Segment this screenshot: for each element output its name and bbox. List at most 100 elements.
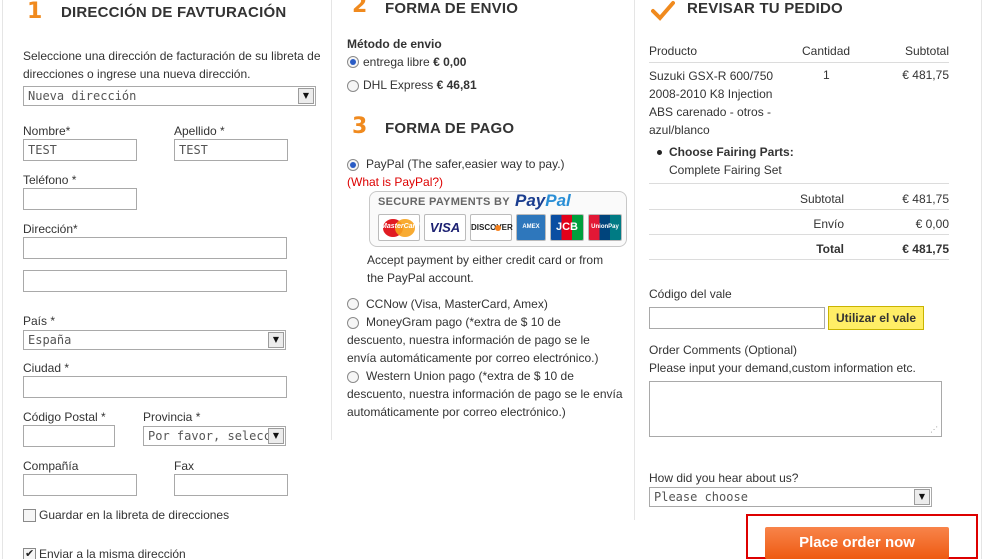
provincia-select[interactable]: Por favor, selecci ▼	[143, 426, 286, 446]
address-book-value: Nueva dirección	[28, 89, 137, 103]
paypal-label[interactable]: PayPal (The safer,easier way to pay.)	[366, 157, 565, 171]
chevron-down-icon: ▼	[298, 88, 314, 104]
jcb-logo: JCB	[550, 214, 584, 241]
chevron-down-icon: ▼	[914, 489, 930, 505]
telefono-label: Teléfono *	[23, 173, 77, 187]
bullet-icon	[657, 150, 662, 155]
pais-select[interactable]: España ▼	[23, 330, 286, 350]
compania-input[interactable]	[23, 474, 137, 496]
col-qty-header: Cantidad	[802, 44, 851, 58]
shipping-option-dhl[interactable]: DHL Express € 46,81	[363, 78, 477, 92]
comments-hint: Please input your demand,custom informat…	[649, 361, 916, 375]
shipping-option-dhl-price: € 46,81	[436, 78, 477, 92]
direccion-input-1[interactable]	[23, 237, 287, 259]
step-1-icon: 1	[27, 0, 43, 24]
secure-payments-text: SECURE PAYMENTS BY	[378, 196, 510, 208]
paypal-logo-pay: Pay	[515, 191, 546, 210]
voucher-input[interactable]	[649, 307, 825, 329]
provincia-label: Provincia *	[143, 410, 201, 424]
paypal-description: Accept payment by either credit card or …	[367, 253, 604, 285]
codigo-postal-label: Código Postal *	[23, 410, 106, 424]
paypal-logo: PayPal	[515, 191, 571, 211]
pais-label: País *	[23, 314, 56, 328]
billing-title: DIRECCIÓN DE FAVTURACIÓN	[61, 4, 287, 21]
resize-handle-icon[interactable]: ⋰	[930, 425, 938, 434]
subtotal-divider	[649, 209, 949, 210]
shipping-option-free-radio[interactable]	[347, 56, 359, 68]
envio-label: Envío	[813, 217, 844, 231]
item-qty: 1	[823, 68, 830, 82]
option-value: Complete Fairing Set	[669, 163, 782, 177]
col-subtotal-header: Subtotal	[904, 44, 949, 58]
place-order-button[interactable]: Place order now	[765, 527, 949, 559]
shipping-option-free-price: € 0,00	[433, 55, 467, 69]
payment-section: 3 FORMA DE PAGO PayPal (The safer,easier…	[332, 110, 634, 430]
hear-about-value: Please choose	[654, 490, 748, 504]
ccnow-label[interactable]: CCNow (Visa, MasterCard, Amex)	[366, 297, 548, 311]
visa-logo: VISA	[424, 214, 466, 241]
comments-label: Order Comments (Optional)	[649, 343, 798, 357]
ciudad-label: Ciudad *	[23, 361, 70, 375]
save-address-label: Guardar en la libreta de direcciones	[39, 508, 230, 522]
discover-dot	[495, 225, 501, 231]
apellido-label: Apellido *	[174, 124, 225, 138]
pais-value: España	[28, 333, 72, 347]
hear-about-select[interactable]: Please choose ▼	[649, 487, 932, 507]
paypal-secure-badge: SECURE PAYMENTS BY PayPal MasterCard VIS…	[369, 191, 627, 247]
subtotal-label: Subtotal	[799, 192, 844, 206]
chevron-down-icon: ▼	[268, 428, 284, 444]
direccion-input-2[interactable]	[23, 270, 287, 292]
telefono-input[interactable]	[23, 188, 137, 210]
chevron-down-icon: ▼	[268, 332, 284, 348]
shipping-option-dhl-label: DHL Express	[363, 78, 434, 92]
envio-value: € 0,00	[915, 217, 949, 231]
shipping-section: 2 FORMA DE ENVIO Método de envio entrega…	[332, 0, 634, 110]
western-union-label[interactable]: Western Union pago (*extra de $ 10 de de…	[347, 367, 625, 421]
right-border	[981, 0, 982, 559]
ccnow-radio[interactable]	[347, 298, 359, 310]
moneygram-label[interactable]: MoneyGram pago (*extra de $ 10 de descue…	[347, 313, 617, 367]
total-label: Total	[816, 242, 844, 256]
item-name: Suzuki GSX-R 600/750 2008-2010 K8 Inject…	[649, 69, 774, 137]
provincia-value: Por favor, selecci	[148, 429, 279, 443]
col-product-header: Producto	[649, 44, 698, 58]
step-3-icon: 3	[352, 114, 368, 139]
billing-intro: Seleccione una dirección de facturación …	[23, 49, 321, 81]
fax-label: Fax	[174, 459, 195, 473]
apellido-input[interactable]: TEST	[174, 139, 288, 161]
paypal-radio[interactable]	[347, 159, 359, 171]
same-address-checkbox[interactable]	[23, 547, 36, 559]
shipping-option-dhl-radio[interactable]	[347, 80, 359, 92]
paypal-logo-pal: Pal	[545, 191, 571, 210]
unionpay-logo: UnionPay	[588, 214, 622, 241]
total-value: € 481,75	[902, 242, 949, 256]
save-address-checkbox[interactable]	[23, 509, 36, 522]
direccion-label: Dirección*	[23, 222, 78, 236]
header-divider	[649, 62, 949, 63]
mastercard-text: MasterCard	[381, 223, 420, 230]
use-voucher-button[interactable]: Utilizar el vale	[828, 306, 924, 330]
fax-input[interactable]	[174, 474, 288, 496]
review-title: REVISAR TU PEDIDO	[687, 0, 843, 17]
address-book-select[interactable]: Nueva dirección ▼	[23, 86, 316, 106]
nombre-label: Nombre*	[23, 124, 71, 138]
codigo-postal-input[interactable]	[23, 425, 115, 447]
checkmark-icon	[651, 0, 675, 22]
ciudad-input[interactable]	[23, 376, 287, 398]
hear-about-label: How did you hear about us?	[649, 471, 799, 485]
comments-textarea[interactable]: ⋰	[649, 381, 942, 437]
shipping-option-free[interactable]: entrega libre € 0,00	[363, 55, 466, 69]
items-divider	[649, 183, 949, 184]
shipping-method-label: Método de envio	[347, 37, 442, 51]
voucher-label: Código del vale	[649, 287, 732, 301]
discover-text: DISCOVER	[471, 223, 513, 232]
envio-divider	[649, 234, 949, 235]
shipping-option-free-label: entrega libre	[363, 55, 430, 69]
nombre-input[interactable]: TEST	[23, 139, 137, 161]
option-label: Choose Fairing Parts:	[669, 145, 794, 159]
what-is-paypal-link[interactable]: (What is PayPal?)	[347, 175, 443, 189]
amex-logo: AMEX	[516, 214, 546, 241]
mastercard-logo: MasterCard	[378, 214, 420, 241]
shipping-title: FORMA DE ENVIO	[385, 0, 519, 17]
same-address-label: Enviar a la misma dirección	[39, 547, 186, 559]
